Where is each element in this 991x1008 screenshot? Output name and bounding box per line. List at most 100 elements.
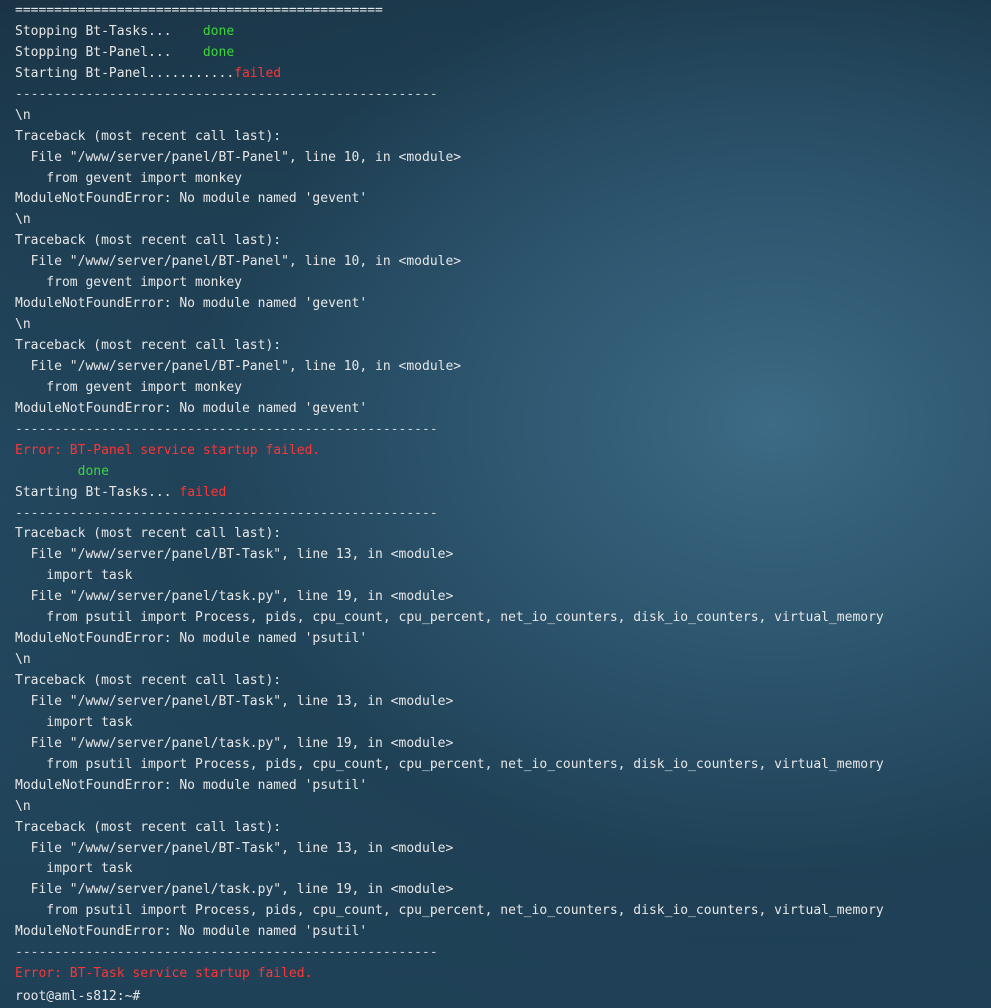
- terminal-line: import task: [15, 859, 991, 880]
- line-text: ModuleNotFoundError: No module named 'ps…: [15, 631, 368, 647]
- line-text: File "/www/server/panel/BT-Panel", line …: [15, 358, 462, 374]
- error-message-text: Error: BT-Panel service startup failed.: [15, 442, 321, 458]
- line-text: Traceback (most recent call last):: [15, 673, 282, 688]
- line-text: \n: [15, 652, 31, 668]
- line-text: File "/www/server/panel/task.py", line 1…: [15, 735, 454, 751]
- line-text: File "/www/server/panel/BT-Task", line 1…: [15, 693, 454, 709]
- terminal-line: File "/www/server/panel/task.py", line 1…: [15, 880, 991, 901]
- line-text: from psutil import Process, pids, cpu_co…: [15, 756, 884, 772]
- line-text: Stopping Bt-Tasks...: [15, 23, 203, 39]
- terminal-line: Traceback (most recent call last):: [15, 524, 991, 545]
- terminal-line: from psutil import Process, pids, cpu_co…: [15, 901, 991, 922]
- terminal-line: \n: [15, 315, 991, 336]
- terminal-line: Traceback (most recent call last):: [15, 818, 991, 839]
- terminal-line: File "/www/server/panel/BT-Task", line 1…: [15, 692, 991, 713]
- terminal-line: ModuleNotFoundError: No module named 'ge…: [15, 399, 991, 420]
- line-text: from psutil import Process, pids, cpu_co…: [15, 903, 884, 919]
- line-text: Traceback (most recent call last):: [15, 526, 282, 542]
- line-text: Traceback (most recent call last):: [15, 338, 282, 353]
- terminal-line: ----------------------------------------…: [15, 85, 991, 106]
- terminal-line: ModuleNotFoundError: No module named 'ps…: [15, 922, 991, 943]
- status-done-text: done: [77, 463, 109, 479]
- line-text: File "/www/server/panel/BT-Task", line 1…: [15, 547, 454, 563]
- terminal-line: Traceback (most recent call last):: [15, 336, 991, 357]
- terminal-line: \n: [15, 650, 991, 671]
- line-text: from gevent import monkey: [15, 379, 242, 395]
- line-text: File "/www/server/panel/BT-Panel", line …: [15, 254, 462, 270]
- terminal-line: from psutil import Process, pids, cpu_co…: [15, 755, 991, 776]
- terminal-line: Traceback (most recent call last):: [15, 127, 991, 148]
- line-text: \n: [15, 107, 31, 123]
- line-text: ModuleNotFoundError: No module named 'ge…: [15, 191, 368, 207]
- terminal-line: ModuleNotFoundError: No module named 'ps…: [15, 629, 991, 650]
- line-text: \n: [15, 798, 31, 814]
- terminal-line: Stopping Bt-Panel... done: [15, 43, 991, 64]
- line-text: [15, 464, 78, 479]
- terminal-line: File "/www/server/panel/BT-Panel", line …: [15, 148, 991, 169]
- terminal-line: Stopping Bt-Tasks... done: [15, 22, 991, 43]
- line-text: ModuleNotFoundError: No module named 'ps…: [15, 777, 368, 793]
- line-text: ModuleNotFoundError: No module named 'ps…: [15, 924, 368, 940]
- terminal-line: from gevent import monkey: [15, 378, 991, 399]
- status-failed-text: failed: [179, 484, 227, 500]
- line-text: Starting Bt-Panel...........: [15, 65, 235, 81]
- terminal-line: from gevent import monkey: [15, 169, 991, 190]
- terminal-line: ----------------------------------------…: [15, 420, 991, 441]
- line-text: Starting Bt-Tasks...: [15, 484, 180, 500]
- terminal-line: File "/www/server/panel/task.py", line 1…: [15, 587, 991, 608]
- line-text: File "/www/server/panel/task.py", line 1…: [15, 589, 454, 605]
- terminal-line: Traceback (most recent call last):: [15, 231, 991, 252]
- text-cursor: [140, 985, 148, 1000]
- error-message-text: Error: BT-Task service startup failed.: [15, 966, 313, 982]
- shell-prompt: root@aml-s812:~#: [15, 989, 141, 1005]
- line-text: ModuleNotFoundError: No module named 'ge…: [15, 400, 368, 416]
- terminal-lines: ========================================…: [15, 1, 991, 985]
- line-text: import task: [15, 568, 133, 584]
- line-text: ----------------------------------------…: [15, 86, 438, 102]
- terminal-output[interactable]: ========================================…: [0, 0, 991, 1008]
- terminal-line: ModuleNotFoundError: No module named 'ge…: [15, 189, 991, 210]
- terminal-line: ModuleNotFoundError: No module named 'ps…: [15, 776, 991, 797]
- line-text: ========================================…: [15, 3, 383, 18]
- line-text: \n: [15, 317, 31, 333]
- terminal-line: File "/www/server/panel/task.py", line 1…: [15, 734, 991, 755]
- line-text: File "/www/server/panel/BT-Task", line 1…: [15, 840, 454, 856]
- terminal-line: import task: [15, 566, 991, 587]
- terminal-line: File "/www/server/panel/BT-Task", line 1…: [15, 545, 991, 566]
- line-text: ----------------------------------------…: [15, 945, 438, 961]
- line-text: Stopping Bt-Panel...: [15, 44, 203, 60]
- terminal-line: \n: [15, 106, 991, 127]
- line-text: Traceback (most recent call last):: [15, 233, 282, 249]
- terminal-line: File "/www/server/panel/BT-Panel", line …: [15, 252, 991, 273]
- line-text: \n: [15, 212, 31, 228]
- terminal-line: ========================================…: [15, 1, 991, 22]
- terminal-line: \n: [15, 797, 991, 818]
- line-text: ----------------------------------------…: [15, 421, 438, 437]
- line-text: Traceback (most recent call last):: [15, 128, 282, 144]
- terminal-line: import task: [15, 713, 991, 734]
- terminal-line: done: [15, 462, 991, 483]
- line-text: File "/www/server/panel/BT-Panel", line …: [15, 149, 462, 165]
- terminal-line: from gevent import monkey: [15, 273, 991, 294]
- line-text: import task: [15, 714, 133, 730]
- terminal-line: Starting Bt-Panel...........failed: [15, 64, 991, 85]
- line-text: ModuleNotFoundError: No module named 'ge…: [15, 296, 368, 312]
- terminal-line: ModuleNotFoundError: No module named 'ge…: [15, 294, 991, 315]
- terminal-line: Starting Bt-Tasks... failed: [15, 483, 991, 504]
- shell-prompt-line[interactable]: root@aml-s812:~#: [15, 985, 991, 1006]
- line-text: from gevent import monkey: [15, 170, 242, 186]
- line-text: from gevent import monkey: [15, 275, 242, 291]
- line-text: File "/www/server/panel/task.py", line 1…: [15, 882, 454, 898]
- status-done-text: done: [202, 23, 235, 39]
- terminal-line: ----------------------------------------…: [15, 943, 991, 964]
- status-done-text: done: [202, 44, 235, 60]
- terminal-line: Error: BT-Task service startup failed.: [15, 964, 991, 985]
- terminal-line: \n: [15, 210, 991, 231]
- terminal-line: ----------------------------------------…: [15, 504, 991, 525]
- terminal-line: Traceback (most recent call last):: [15, 671, 991, 692]
- status-failed-text: failed: [234, 65, 282, 81]
- line-text: Traceback (most recent call last):: [15, 819, 282, 835]
- line-text: import task: [15, 861, 133, 877]
- terminal-line: Error: BT-Panel service startup failed.: [15, 441, 991, 462]
- terminal-line: File "/www/server/panel/BT-Task", line 1…: [15, 839, 991, 860]
